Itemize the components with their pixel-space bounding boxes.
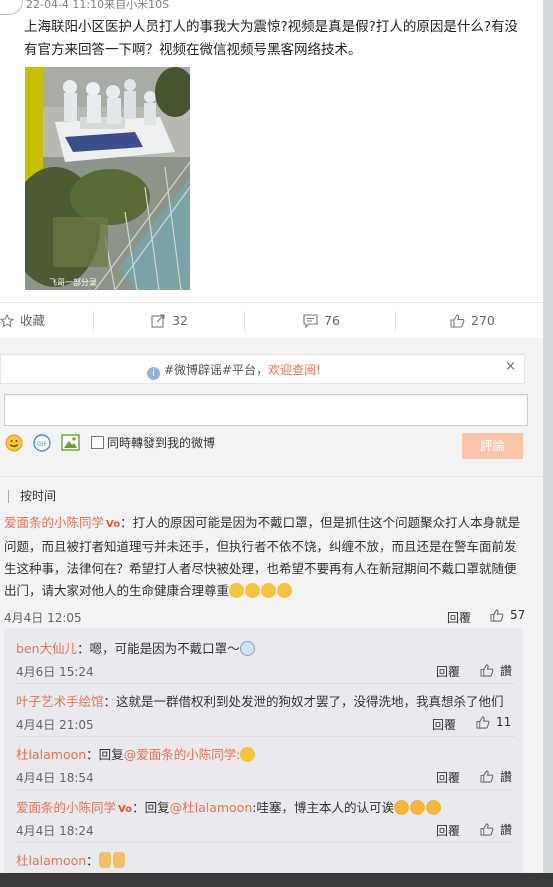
- notice-link[interactable]: 欢迎查阅!: [268, 363, 321, 377]
- taskbar: [0, 873, 553, 887]
- forward-checkbox-label: 同時轉發到我的微博: [107, 436, 216, 450]
- post-timestamp: 22-04-4 11:10来自小米10S: [26, 0, 170, 11]
- vip-badge: Vo: [118, 804, 133, 815]
- image-icon[interactable]: [61, 434, 80, 452]
- reply-item: 爱面条的小陈同学 Vo：回复@杜lalamoon:哇塞，博主本人的认可诶: [16, 797, 442, 816]
- reply-button[interactable]: 回覆: [432, 716, 456, 733]
- divider: [0, 476, 543, 477]
- comment-section: i #微博辟谣#平台，欢迎查阅! × GIF 同時轉發到我的微博 評論 按时间 爱…: [0, 338, 543, 873]
- comment-count: 76: [324, 313, 340, 328]
- reply-button[interactable]: 回覆: [436, 663, 460, 680]
- reply-button[interactable]: 回覆: [447, 609, 471, 626]
- reply-text: ：: [86, 853, 99, 868]
- like-count: 270: [471, 313, 495, 328]
- close-icon[interactable]: ×: [505, 359, 516, 374]
- reply-button[interactable]: 回覆: [436, 769, 460, 786]
- thumbs-up-icon: [480, 664, 494, 677]
- reply-like-button[interactable]: 讚: [480, 768, 512, 785]
- reply-username[interactable]: 杜lalamoon: [16, 853, 86, 868]
- video-watermark: 飞哥一部分录: [49, 277, 97, 287]
- reply-time: 4月4日 18:54: [16, 771, 94, 785]
- reply-button[interactable]: 回覆: [436, 822, 460, 839]
- emoji-icon: [229, 583, 293, 598]
- star-icon: [0, 314, 14, 328]
- reply-username[interactable]: 叶子艺术手绘馆: [16, 694, 104, 709]
- favorite-button[interactable]: 收藏: [0, 303, 45, 339]
- info-icon: i: [147, 367, 160, 380]
- divider: [16, 736, 515, 737]
- avatar[interactable]: [0, 0, 23, 15]
- emoji-icon[interactable]: [5, 434, 23, 452]
- divider: [16, 789, 515, 790]
- reply-item: 杜lalamoon：回复@爱面条的小陈同学:: [16, 744, 256, 763]
- reply-mention[interactable]: @杜lalamoon: [170, 800, 253, 815]
- reply-like-label: 讚: [500, 664, 513, 678]
- divider: [16, 842, 515, 843]
- post-action-bar: 收藏 32 76 270: [0, 302, 543, 339]
- reply-like-label: 讚: [500, 770, 513, 784]
- comment-item: 爱面条的小陈同学 Vo：打人的原因可能是因为不戴口罩，但是抓住这个问题聚众打人本身…: [4, 512, 524, 602]
- weibo-post-card: 22-04-4 11:10来自小米10S 上海联阳小区医护人员打人的事我大为震惊…: [0, 0, 543, 339]
- thumbs-up-icon: [480, 823, 494, 836]
- rumor-notice-bar: i #微博辟谣#平台，欢迎查阅! ×: [0, 354, 525, 384]
- reply-time: 4月4日 18:24: [16, 824, 94, 838]
- like-button[interactable]: 270: [450, 303, 495, 339]
- post-text: 上海联阳小区医护人员打人的事我大为震惊?视频是真是假?打人的原因是什么?有没有官…: [24, 19, 518, 58]
- reply-like-button[interactable]: 11: [476, 715, 511, 729]
- reply-item: ben大仙儿：嗯，可能是因为不戴口罩～: [16, 638, 256, 657]
- comment-icon: [303, 314, 318, 328]
- emoji-icon: [240, 747, 256, 762]
- comment-username[interactable]: 爱面条的小陈同学: [4, 515, 104, 530]
- checkbox[interactable]: [91, 436, 104, 449]
- reply-like-button[interactable]: 讚: [480, 821, 512, 838]
- forward-count: 32: [172, 313, 188, 328]
- thumbs-up-icon: [490, 608, 504, 622]
- reply-time: 4月6日 15:24: [16, 665, 94, 679]
- emoji-icon: [393, 800, 442, 815]
- emoji-icon: [239, 641, 256, 656]
- comment-like-count: 57: [510, 608, 526, 622]
- vip-badge: Vo: [106, 519, 121, 530]
- reply-thread: ben大仙儿：嗯，可能是因为不戴口罩～ 4月6日 15:24 回覆 讚 叶子艺术…: [4, 628, 523, 873]
- reply-time: 4月4日 21:05: [16, 718, 94, 732]
- forward-button[interactable]: 32: [151, 303, 188, 339]
- reply-mention[interactable]: @爱面条的小陈同学: [124, 747, 237, 762]
- reply-username[interactable]: 爱面条的小陈同学: [16, 800, 116, 815]
- window-edge: [543, 0, 553, 873]
- reply-like-label: 讚: [500, 823, 513, 837]
- reply-text: ：嗯，可能是因为不戴口罩～: [77, 641, 240, 656]
- comment-time: 4月4日 12:05: [4, 611, 82, 625]
- forward-checkbox[interactable]: 同時轉發到我的微博: [91, 434, 215, 451]
- sort-by-time[interactable]: 按时间: [8, 490, 56, 503]
- submit-comment-button[interactable]: 評論: [462, 433, 523, 459]
- comment-like-button[interactable]: 57: [490, 608, 525, 622]
- reply-like-count: 11: [496, 715, 512, 729]
- reply-username[interactable]: 杜lalamoon: [16, 747, 86, 762]
- reply-text: ：回复: [132, 800, 170, 815]
- reply-text: ：这就是一群借权利到处发泄的狗奴才罢了，没得洗地，我真想杀了他们: [103, 694, 504, 709]
- comment-button[interactable]: 76: [303, 303, 340, 339]
- thumbs-up-icon: [450, 314, 465, 328]
- reply-like-button[interactable]: 讚: [480, 662, 512, 679]
- notice-hashtag: #微博辟谣#平台，: [164, 363, 269, 377]
- comment-input[interactable]: [4, 394, 528, 426]
- post-video-thumbnail[interactable]: 飞哥一部分录: [25, 67, 190, 290]
- thumbs-up-icon: [476, 715, 490, 729]
- reply-username[interactable]: ben大仙儿: [16, 641, 77, 656]
- divider: [16, 683, 515, 684]
- favorite-label: 收藏: [20, 313, 46, 328]
- thumbs-up-icon: [480, 770, 494, 783]
- reply-item: 叶子艺术手绘馆：这就是一群借权利到处发泄的狗奴才罢了，没得洗地，我真想杀了他们: [16, 691, 504, 710]
- forward-icon: [151, 314, 166, 328]
- gif-icon[interactable]: GIF: [33, 434, 51, 452]
- svg-text:GIF: GIF: [37, 441, 47, 448]
- reply-text-suffix: :哇塞，博主本人的认可诶: [252, 800, 394, 815]
- reply-text: ：回复: [86, 747, 124, 762]
- thumbs-emoji-icon: [98, 852, 127, 868]
- reply-item: 杜lalamoon：: [16, 850, 127, 869]
